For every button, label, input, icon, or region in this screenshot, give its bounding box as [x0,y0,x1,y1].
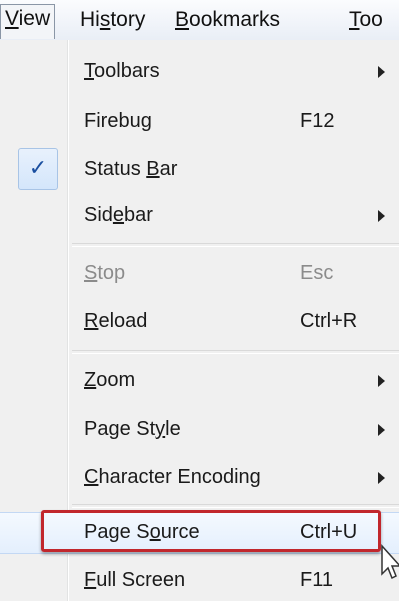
menu-tools-mnemonic: T [349,8,360,31]
menu-item-toolbars[interactable]: Toolbars [0,51,399,91]
label-post: bar [124,204,153,226]
menu-item-label: Zoom [84,366,135,394]
menu-history-mnemonic: s [99,8,111,31]
menu-history[interactable]: History [80,6,145,36]
menu-item-shortcut: F11 [300,569,333,591]
submenu-arrow-icon [378,424,385,436]
menu-item-full-screen[interactable]: Full Screen F11 [0,560,399,600]
label-post: top [97,262,126,284]
menu-item-label: Firebug [84,110,152,132]
menu-item-page-source[interactable]: Page Source Ctrl+U [0,512,399,554]
menu-item-zoom[interactable]: Zoom [0,360,399,400]
menu-item-firebug[interactable]: Firebug F12 [0,101,399,141]
menu-history-text-post: tory [110,8,146,31]
view-dropdown-menu: Toolbars Firebug F12 ✓ Status Bar Sideba… [0,40,399,601]
menu-item-stop[interactable]: Stop Esc [0,253,399,293]
label-pre: Page S [84,521,150,543]
label-post: oom [96,369,136,391]
menu-item-label: Status Bar [84,155,177,183]
menu-item-status-bar[interactable]: ✓ Status Bar [0,148,399,190]
label-mnemonic: C [84,466,99,488]
label-mnemonic: e [112,204,125,226]
label-post: urce [160,521,200,543]
menu-item-label: Reload [84,307,147,335]
mouse-cursor-icon [381,544,399,580]
label-post: ar [159,158,178,180]
label-mnemonic: F [84,569,97,591]
menu-item-shortcut: Esc [300,262,334,284]
menu-tools-text-post: oo [359,8,383,31]
menu-item-label: Page Style [84,415,181,443]
menu-item-label: Page Source [84,518,200,546]
submenu-arrow-icon [378,472,385,484]
label-mnemonic: S [84,262,98,284]
label-pre: Status [84,158,147,180]
label-post: ull Screen [96,569,186,591]
label-mnemonic: o [149,521,161,543]
menu-bar: View History Bookmarks Too [0,0,399,41]
menu-separator [72,504,399,508]
menu-bookmarks-mnemonic: B [175,8,190,31]
label-post: oolbars [94,60,160,82]
menu-separator [72,243,399,247]
menu-item-shortcut: Ctrl+R [300,310,358,332]
menu-item-reload[interactable]: Reload Ctrl+R [0,301,399,341]
submenu-arrow-icon [378,210,385,222]
menu-item-label: Toolbars [84,57,160,85]
menu-separator [72,350,399,354]
menu-item-page-style[interactable]: Page Style [0,409,399,449]
menu-tools[interactable]: Too [349,6,383,36]
menu-item-label: Stop [84,259,125,287]
submenu-arrow-icon [378,375,385,387]
label-mnemonic: y [155,418,166,440]
menu-item-shortcut: Ctrl+U [300,521,358,543]
menu-view-mnemonic: V [5,7,19,30]
menu-view-text-post: iew [18,7,51,30]
submenu-arrow-icon [378,66,385,78]
menu-view[interactable]: View [0,4,56,39]
menu-item-label: Sidebar [84,201,153,229]
label-mnemonic: B [146,158,160,180]
label-post: eload [98,310,148,332]
label-mnemonic: T [84,60,94,82]
menu-item-sidebar[interactable]: Sidebar [0,195,399,235]
menu-history-text-pre: Hi [80,8,100,31]
label-mnemonic: R [84,310,99,332]
label-pre: Page St [84,418,156,440]
checkmark-icon: ✓ [18,148,58,190]
label-post: le [165,418,181,440]
menu-item-shortcut: F12 [300,110,335,132]
menu-item-label: Character Encoding [84,463,261,491]
label-mnemonic: Z [84,369,97,391]
menu-bookmarks-text-post: ookmarks [189,8,281,31]
menu-item-label: Full Screen [84,566,185,594]
label-pre: Sid [84,204,113,226]
label-post: haracter Encoding [98,466,261,488]
menu-bookmarks[interactable]: Bookmarks [175,6,280,36]
menu-item-character-encoding[interactable]: Character Encoding [0,457,399,497]
